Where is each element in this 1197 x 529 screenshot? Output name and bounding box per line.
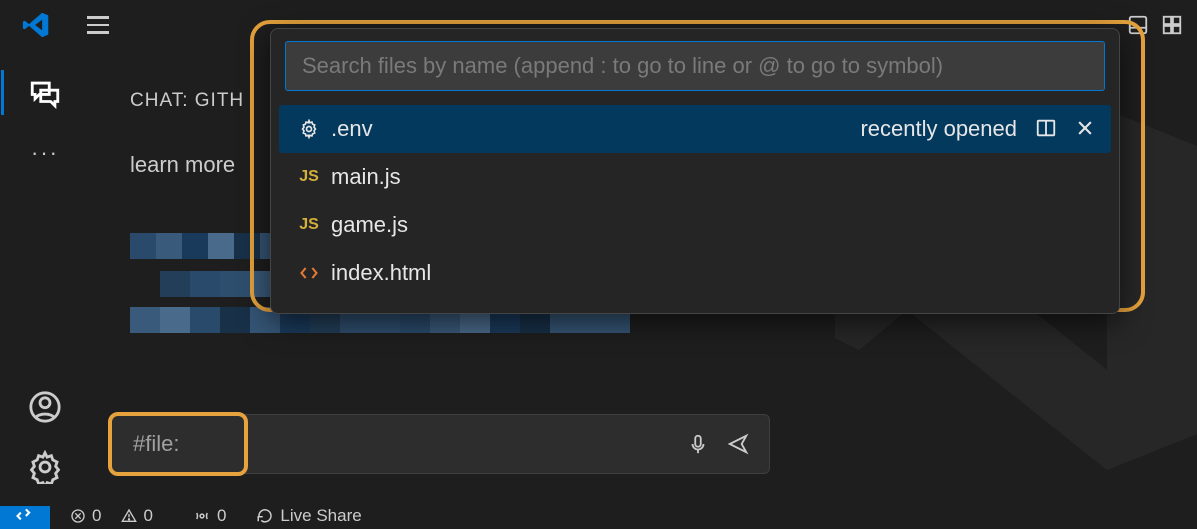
- status-errors-count: 0: [92, 506, 101, 526]
- quick-open-item[interactable]: JS game.js: [279, 201, 1111, 249]
- vscode-logo: [20, 9, 52, 41]
- activity-chat-icon[interactable]: [23, 70, 68, 115]
- status-warnings[interactable]: 0: [121, 506, 152, 526]
- quick-open-item-label: index.html: [331, 260, 431, 286]
- microphone-icon[interactable]: [681, 427, 715, 461]
- chat-input[interactable]: #file:: [110, 414, 770, 474]
- quick-open-input[interactable]: Search files by name (append : to go to …: [285, 41, 1105, 91]
- activity-account-icon[interactable]: [23, 384, 68, 429]
- status-live-share[interactable]: Live Share: [256, 506, 361, 526]
- status-bar: 0 0 0 Live Share: [0, 504, 1197, 529]
- close-icon[interactable]: [1075, 118, 1095, 141]
- quick-open-item-label: .env: [331, 116, 373, 142]
- quick-open-item[interactable]: index.html: [279, 249, 1111, 297]
- status-ports[interactable]: 0: [193, 506, 226, 526]
- activity-bar: ···: [0, 50, 90, 504]
- toggle-panel-icon[interactable]: [1123, 10, 1153, 40]
- remote-indicator-icon[interactable]: [0, 506, 50, 529]
- js-file-icon: JS: [295, 216, 323, 234]
- chat-input-value: #file:: [133, 431, 179, 457]
- status-live-share-label: Live Share: [280, 506, 361, 526]
- customize-layout-icon[interactable]: [1157, 10, 1187, 40]
- js-file-icon: JS: [295, 168, 323, 186]
- gear-icon: [295, 119, 323, 139]
- activity-more-icon[interactable]: ···: [23, 130, 68, 175]
- send-icon[interactable]: [721, 427, 755, 461]
- activity-settings-icon[interactable]: [23, 444, 68, 489]
- quick-open-placeholder: Search files by name (append : to go to …: [302, 53, 943, 79]
- quick-open-item[interactable]: JS main.js: [279, 153, 1111, 201]
- quick-open-panel: Search files by name (append : to go to …: [270, 28, 1120, 314]
- status-ports-count: 0: [217, 506, 226, 526]
- status-errors[interactable]: 0: [70, 506, 101, 526]
- quick-open-item-label: game.js: [331, 212, 408, 238]
- quick-open-item[interactable]: .env recently opened: [279, 105, 1111, 153]
- html-file-icon: [295, 263, 323, 283]
- quick-open-item-label: main.js: [331, 164, 401, 190]
- recently-opened-hint: recently opened: [860, 116, 1017, 142]
- hamburger-menu-icon[interactable]: [87, 16, 109, 34]
- status-warnings-count: 0: [143, 506, 152, 526]
- split-editor-icon[interactable]: [1035, 117, 1057, 142]
